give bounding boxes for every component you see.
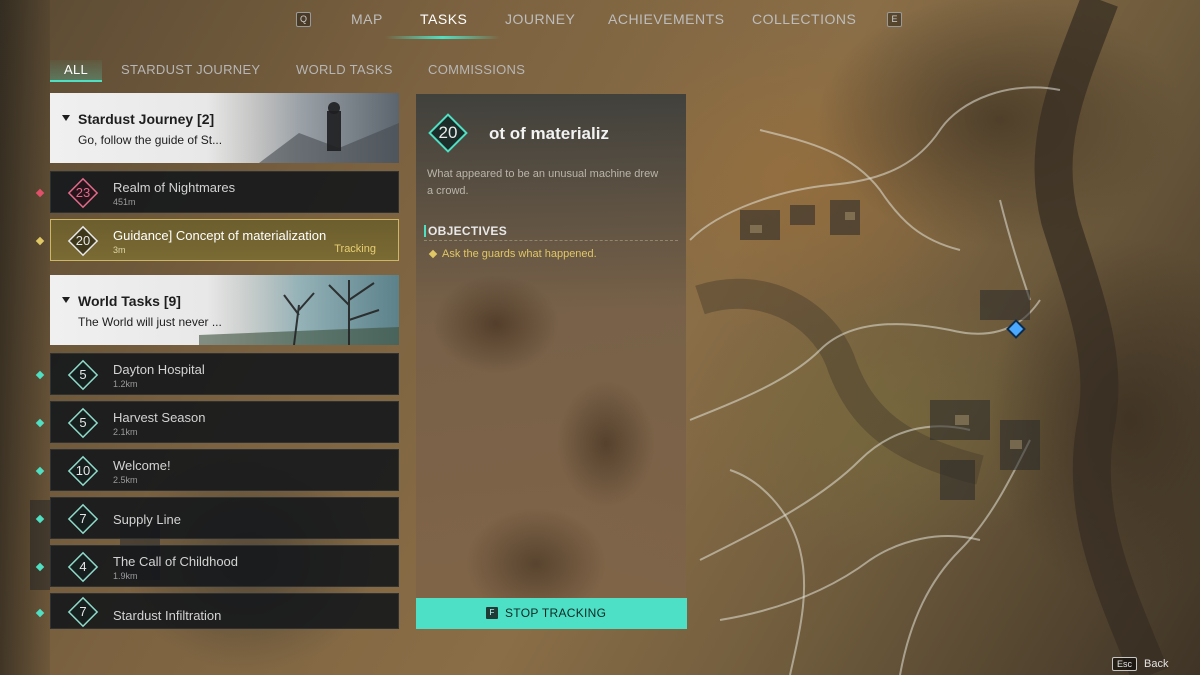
- group-title: World Tasks [9]: [62, 293, 181, 309]
- task-name: Welcome!: [113, 458, 171, 473]
- objectives-header: OBJECTIVES: [424, 223, 678, 241]
- task-row-call-of-childhood[interactable]: 4 The Call of Childhood 1.9km: [35, 545, 399, 587]
- task-row-stardust-infiltration[interactable]: 7 Stardust Infiltration: [35, 593, 399, 629]
- task-name: Supply Line: [113, 512, 181, 527]
- task-level: 20: [75, 233, 91, 248]
- stop-tracking-key-hint: F: [486, 607, 498, 619]
- map-edge-shade: [0, 0, 50, 675]
- tab-tasks[interactable]: TASKS: [420, 11, 467, 27]
- filter-stardust-journey[interactable]: STARDUST JOURNEY: [121, 60, 260, 82]
- task-distance: 1.9km: [113, 571, 138, 581]
- task-row-concept-of-materialization[interactable]: 20 Guidance] Concept of materialization …: [35, 219, 399, 261]
- detail-title: ot of materializ: [489, 124, 609, 143]
- back-button[interactable]: Back: [1144, 658, 1168, 670]
- collapse-caret-icon: [62, 115, 70, 121]
- task-level: 5: [79, 367, 87, 382]
- task-name: Stardust Infiltration: [113, 608, 222, 623]
- detail-description: What appeared to be an unusual machine d…: [427, 168, 659, 197]
- stop-tracking-label: STOP TRACKING: [505, 606, 607, 620]
- group-header-stardust-journey[interactable]: Stardust Journey [2] Go, follow the guid…: [50, 93, 399, 163]
- filter-commissions[interactable]: COMMISSIONS: [428, 60, 525, 82]
- task-distance: 1.2km: [113, 379, 138, 389]
- filter-all[interactable]: ALL: [50, 60, 103, 82]
- task-level: 4: [79, 559, 87, 574]
- task-level: 23: [75, 185, 91, 200]
- objectives-label: OBJECTIVES: [428, 224, 508, 238]
- tab-achievements[interactable]: ACHIEVEMENTS: [608, 11, 724, 27]
- task-level-diamond-icon: 10: [67, 455, 99, 487]
- task-detail-panel: 20 ot of materializ What appeared to be …: [416, 94, 686, 628]
- task-name: Dayton Hospital: [113, 362, 205, 377]
- task-level-diamond-icon: 4: [67, 551, 99, 583]
- task-level: 5: [79, 415, 87, 430]
- group-header-world-tasks[interactable]: World Tasks [9] The World will just neve…: [50, 275, 399, 345]
- collapse-caret-icon: [62, 297, 70, 303]
- next-tab-key-hint[interactable]: E: [887, 12, 902, 27]
- task-name: The Call of Childhood: [113, 554, 239, 569]
- task-row-harvest-season[interactable]: 5 Harvest Season 2.1km: [35, 401, 399, 443]
- world-tasks-art: [199, 275, 399, 345]
- prev-tab-key-hint[interactable]: Q: [296, 12, 311, 27]
- tab-collections[interactable]: COLLECTIONS: [752, 11, 856, 27]
- task-distance: 3m: [113, 245, 126, 255]
- task-row-supply-line[interactable]: 7 Supply Line: [35, 497, 399, 539]
- task-row-welcome[interactable]: 10 Welcome! 2.5km: [35, 449, 399, 491]
- task-level-diamond-icon: 23: [67, 177, 99, 209]
- tab-map[interactable]: MAP: [351, 11, 383, 27]
- task-distance: 2.5km: [113, 475, 138, 485]
- stop-tracking-button[interactable]: F STOP TRACKING: [416, 598, 687, 629]
- task-level: 7: [79, 511, 87, 526]
- objectives-accent-bar: [424, 225, 426, 237]
- task-level-diamond-icon: 5: [67, 359, 99, 391]
- back-key-hint[interactable]: Esc: [1112, 657, 1138, 671]
- task-level: 10: [75, 463, 91, 478]
- detail-level: 20: [438, 123, 458, 142]
- task-level: 7: [79, 604, 87, 619]
- task-distance: 451m: [113, 197, 136, 207]
- tab-journey[interactable]: JOURNEY: [505, 11, 575, 27]
- task-distance: 2.1km: [113, 427, 138, 437]
- task-level-diamond-icon: 7: [67, 596, 99, 628]
- task-row-realm-of-nightmares[interactable]: 23 Realm of Nightmares 451m: [35, 171, 399, 213]
- detail-level-diamond-icon: 20: [426, 111, 470, 155]
- tracking-status: Tracking: [334, 243, 376, 255]
- objective-item: Ask the guards what happened.: [442, 248, 597, 260]
- task-name: Realm of Nightmares: [113, 180, 236, 195]
- task-level-diamond-icon: 20: [67, 225, 99, 257]
- objective-bullet-icon: [428, 249, 438, 259]
- task-level-diamond-icon: 5: [67, 407, 99, 439]
- top-navigation: Q MAP TASKS JOURNEY ACHIEVEMENTS COLLECT…: [0, 0, 1200, 40]
- group-title: Stardust Journey [2]: [62, 111, 214, 127]
- filter-world-tasks[interactable]: WORLD TASKS: [296, 60, 393, 82]
- task-level-diamond-icon: 7: [67, 503, 99, 535]
- task-name: Guidance] Concept of materialization: [113, 228, 327, 243]
- task-row-dayton-hospital[interactable]: 5 Dayton Hospital 1.2km: [35, 353, 399, 395]
- group-subtitle: The World will just never ...: [78, 315, 222, 329]
- active-tab-indicator: [385, 36, 500, 39]
- group-subtitle: Go, follow the guide of St...: [78, 133, 223, 147]
- task-name: Harvest Season: [113, 410, 206, 425]
- stardust-journey-art: [199, 93, 399, 163]
